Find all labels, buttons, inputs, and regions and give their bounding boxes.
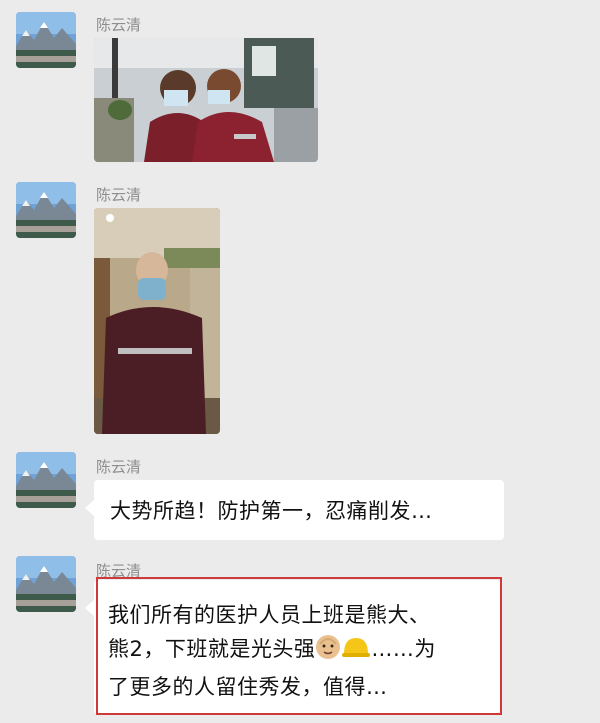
chat-image[interactable] bbox=[94, 208, 220, 434]
avatar[interactable] bbox=[16, 452, 76, 508]
message-line: 我们所有的医护人员上班是熊大、 bbox=[108, 603, 431, 627]
sender-name: 陈云清 bbox=[96, 562, 142, 580]
chat-bubble[interactable]: 我们所有的医护人员上班是熊大、 熊2，下班就是光头强 ……为 了更多的人留住秀发，… bbox=[85, 580, 500, 714]
sender-name: 陈云清 bbox=[96, 16, 142, 34]
message-text: 我们所有的医护人员上班是熊大、 熊2，下班就是光头强 ……为 了更多的人留住秀发，… bbox=[108, 598, 488, 704]
message-segment: 熊2，下班就是光头强 bbox=[108, 637, 316, 661]
message-segment: ……为 bbox=[371, 637, 436, 661]
message-text: 大势所趋！防护第一，忍痛削发… bbox=[110, 499, 433, 523]
hard-hat-emoji-icon bbox=[341, 634, 371, 670]
sender-name: 陈云清 bbox=[96, 186, 142, 204]
photo-shaved-head-medic-icon bbox=[94, 208, 220, 434]
avatar[interactable] bbox=[16, 12, 76, 68]
chat-bubble[interactable]: 大势所趋！防护第一，忍痛削发… bbox=[85, 480, 504, 540]
mountain-lake-avatar-icon bbox=[16, 556, 76, 612]
mountain-lake-avatar-icon bbox=[16, 182, 76, 238]
message-line: 了更多的人留住秀发，值得… bbox=[108, 675, 388, 699]
photo-two-medical-staff-masks-icon bbox=[94, 38, 318, 162]
mountain-lake-avatar-icon bbox=[16, 12, 76, 68]
avatar[interactable] bbox=[16, 182, 76, 238]
sender-name: 陈云清 bbox=[96, 458, 142, 476]
bald-man-emoji-icon bbox=[315, 634, 341, 670]
message-line: 熊2，下班就是光头强 ……为 bbox=[108, 632, 488, 670]
chat-image[interactable] bbox=[94, 38, 318, 162]
mountain-lake-avatar-icon bbox=[16, 452, 76, 508]
avatar[interactable] bbox=[16, 556, 76, 612]
